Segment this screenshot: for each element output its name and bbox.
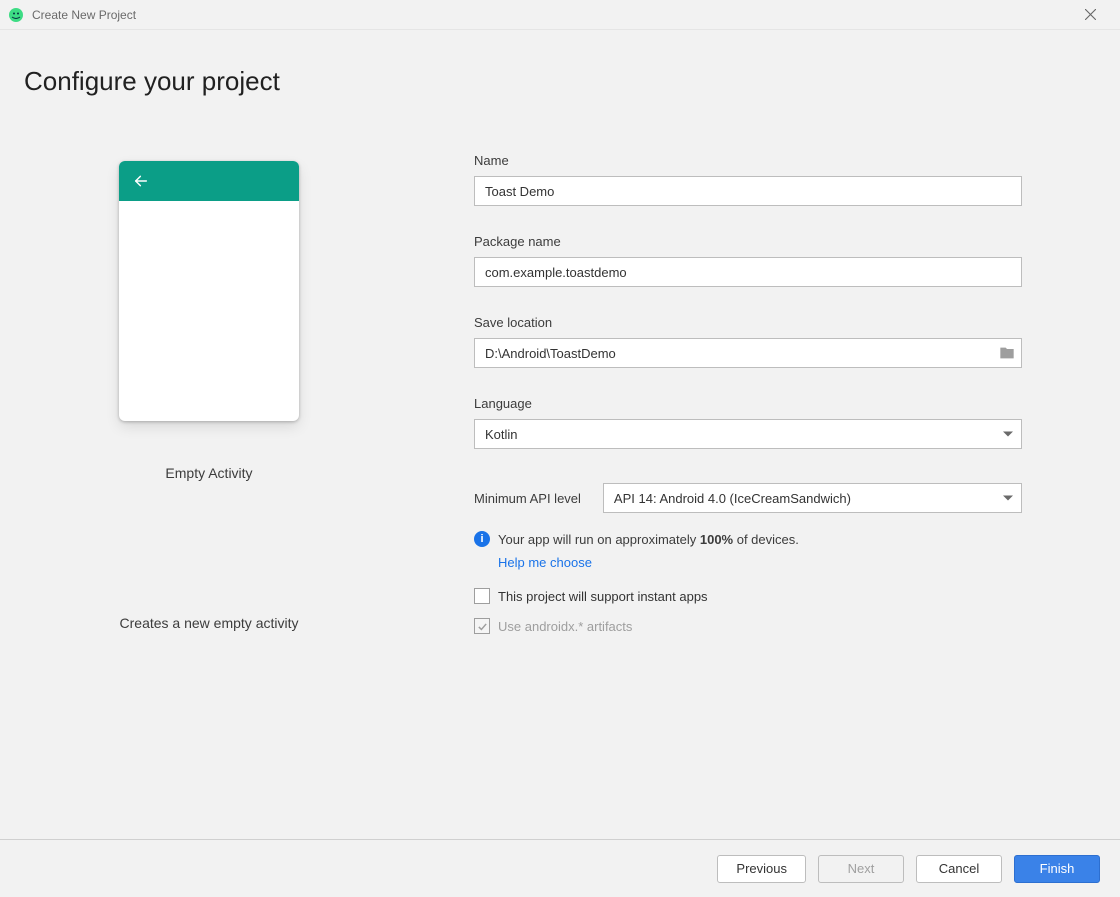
- help-me-choose-link[interactable]: Help me choose: [498, 555, 1022, 570]
- api-value: API 14: Android 4.0 (IceCreamSandwich): [614, 491, 851, 506]
- package-label: Package name: [474, 234, 1022, 249]
- folder-icon: [999, 345, 1015, 361]
- window-title: Create New Project: [32, 8, 136, 22]
- chevron-down-icon: [1003, 432, 1013, 437]
- info-icon: i: [474, 531, 490, 547]
- info-prefix: Your app will run on approximately: [498, 532, 700, 547]
- wizard-footer: Previous Next Cancel Finish: [0, 839, 1120, 897]
- previous-button[interactable]: Previous: [717, 855, 806, 883]
- finish-button[interactable]: Finish: [1014, 855, 1100, 883]
- info-suffix: of devices.: [733, 532, 799, 547]
- browse-location-button[interactable]: [996, 342, 1018, 364]
- template-name: Empty Activity: [165, 465, 252, 481]
- cancel-button[interactable]: Cancel: [916, 855, 1002, 883]
- android-studio-icon: [8, 7, 24, 23]
- form-column: Name Package name Save location Language: [474, 153, 1022, 634]
- close-icon: [1085, 9, 1096, 20]
- androidx-checkbox: [474, 618, 490, 634]
- language-select[interactable]: Kotlin: [474, 419, 1022, 449]
- language-label: Language: [474, 396, 1022, 411]
- next-button: Next: [818, 855, 904, 883]
- androidx-label: Use androidx.* artifacts: [498, 619, 632, 634]
- preview-appbar: [119, 161, 299, 201]
- instant-apps-checkbox[interactable]: [474, 588, 490, 604]
- template-description: Creates a new empty activity: [120, 615, 299, 631]
- chevron-down-icon: [1003, 496, 1013, 501]
- close-button[interactable]: [1070, 1, 1110, 29]
- api-label: Minimum API level: [474, 491, 581, 506]
- back-arrow-icon: [133, 173, 149, 189]
- instant-apps-label: This project will support instant apps: [498, 589, 708, 604]
- api-level-select[interactable]: API 14: Android 4.0 (IceCreamSandwich): [603, 483, 1022, 513]
- name-input[interactable]: [474, 176, 1022, 206]
- check-icon: [477, 621, 488, 632]
- language-value: Kotlin: [485, 427, 518, 442]
- package-input[interactable]: [474, 257, 1022, 287]
- info-percent: 100%: [700, 532, 733, 547]
- location-input[interactable]: [474, 338, 1022, 368]
- content-area: Configure your project Empty Activity Cr…: [0, 30, 1120, 839]
- titlebar: Create New Project: [0, 0, 1120, 30]
- location-label: Save location: [474, 315, 1022, 330]
- template-preview: [119, 161, 299, 421]
- device-compat-info: i Your app will run on approximately 100…: [474, 531, 1022, 547]
- preview-column: Empty Activity Creates a new empty activ…: [24, 153, 394, 634]
- name-label: Name: [474, 153, 1022, 168]
- page-title: Configure your project: [24, 66, 1096, 97]
